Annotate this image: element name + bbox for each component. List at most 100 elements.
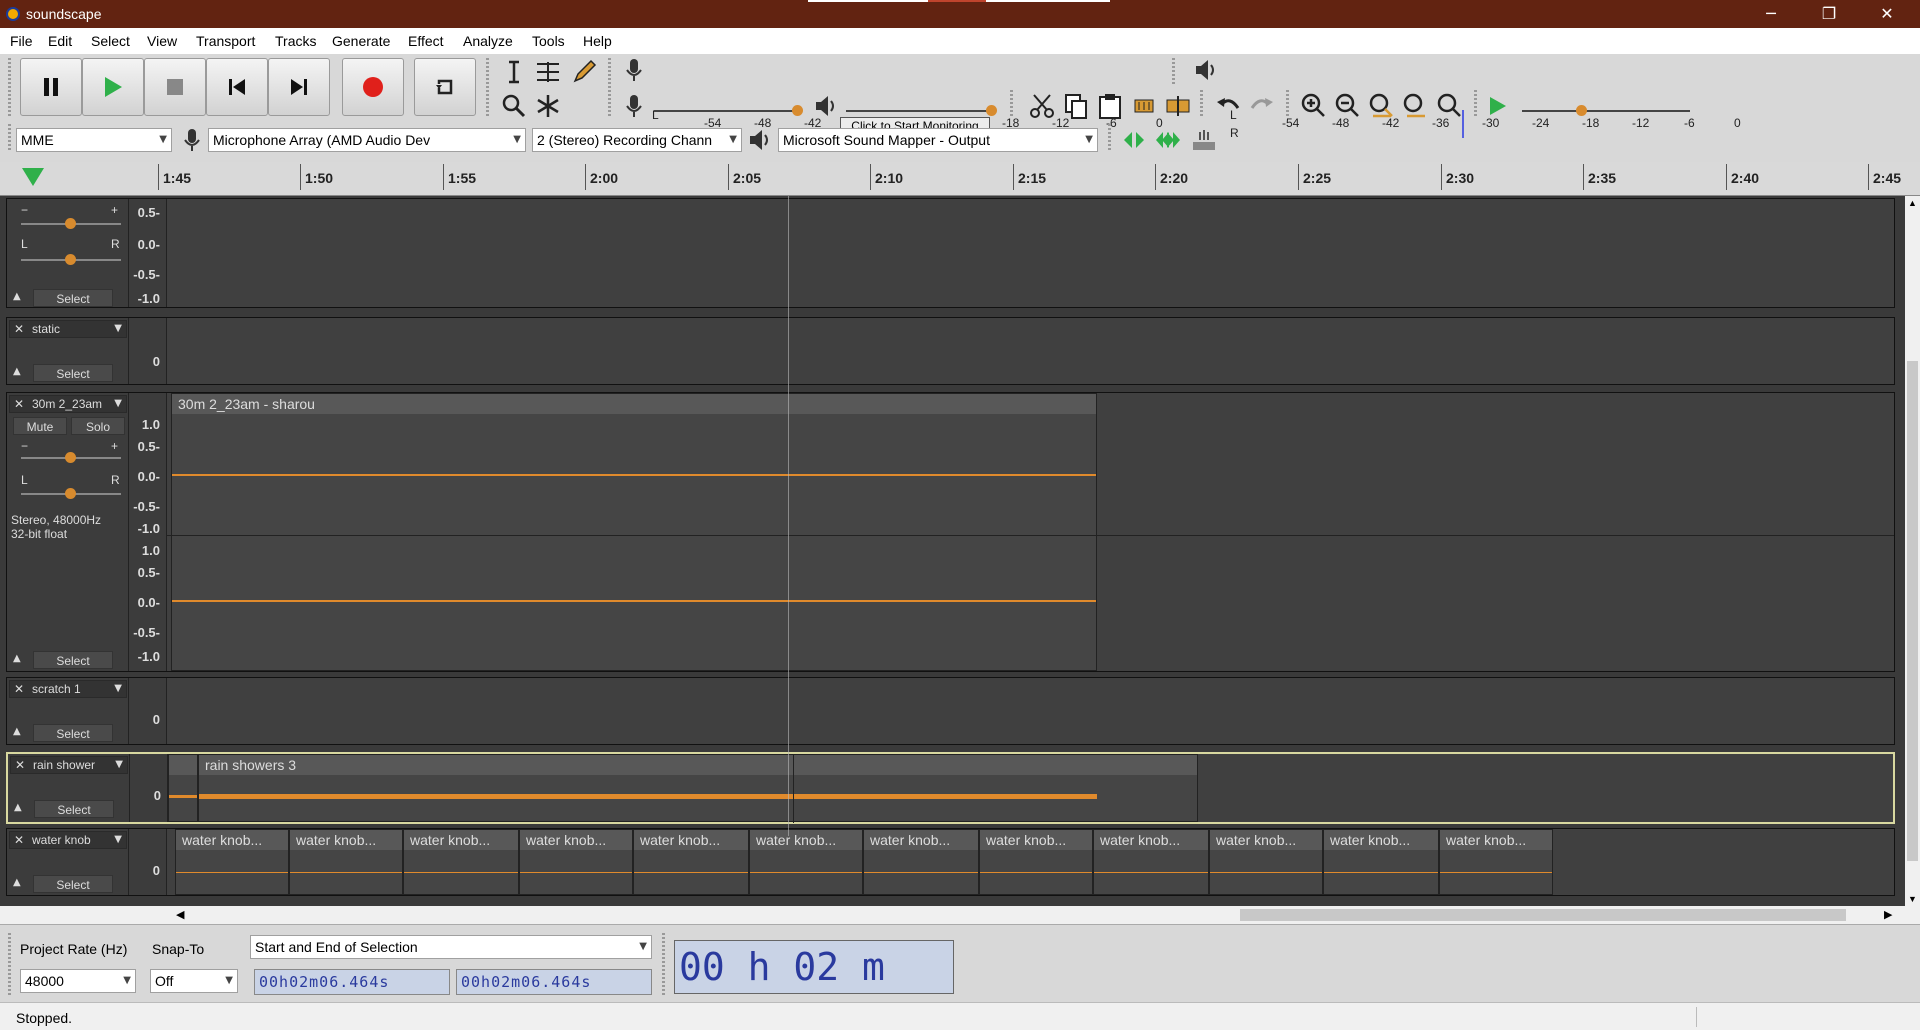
slider-knob[interactable] bbox=[1576, 105, 1587, 116]
track-canvas[interactable] bbox=[167, 318, 1894, 384]
selection-tool[interactable] bbox=[500, 58, 528, 86]
pause-button[interactable] bbox=[20, 58, 82, 116]
track-canvas[interactable] bbox=[167, 199, 1894, 307]
track-select-button[interactable]: Select bbox=[33, 364, 113, 382]
track-static[interactable]: ✕ static ▼ ▲ Select 0 bbox=[6, 317, 1895, 385]
close-track-icon[interactable]: ✕ bbox=[14, 832, 24, 848]
input-device-select[interactable]: Microphone Array (AMD Audio Dev ▼ bbox=[208, 128, 526, 152]
audio-clip[interactable]: water knob... bbox=[403, 829, 519, 895]
audio-clip[interactable]: water knob... bbox=[175, 829, 289, 895]
close-track-icon[interactable]: ✕ bbox=[15, 757, 25, 773]
track-name-menu[interactable]: ✕ static ▼ bbox=[9, 320, 127, 338]
playback-volume-slider[interactable] bbox=[846, 105, 997, 116]
selection-start-time[interactable]: 00h02m06.464s bbox=[254, 969, 450, 995]
audio-clip[interactable] bbox=[168, 754, 198, 822]
toolbar-grip[interactable] bbox=[608, 58, 611, 116]
track-name-menu[interactable]: ✕ rain shower ▼ bbox=[10, 756, 128, 774]
menu-transport[interactable]: Transport bbox=[196, 33, 255, 49]
track-select-button[interactable]: Select bbox=[33, 651, 113, 669]
audio-clip[interactable]: water knob... bbox=[1323, 829, 1439, 895]
scroll-right-icon[interactable]: ▶ bbox=[1884, 908, 1892, 921]
audio-clip[interactable]: rain showers 3 bbox=[198, 754, 1198, 823]
clip-title[interactable]: 30m 2_23am - sharou bbox=[172, 394, 1096, 414]
zoom-in-button[interactable] bbox=[1300, 92, 1328, 120]
clip-title[interactable]: water knob... bbox=[520, 830, 632, 850]
skip-to-end-button[interactable] bbox=[268, 58, 330, 116]
toolbar-grip[interactable] bbox=[8, 58, 11, 116]
audio-clip[interactable]: water knob... bbox=[1439, 829, 1553, 895]
snap-to-select[interactable]: Off ▼ bbox=[150, 969, 238, 993]
clip-header[interactable] bbox=[169, 755, 197, 775]
gain-slider[interactable] bbox=[21, 452, 121, 463]
redo-button[interactable] bbox=[1248, 92, 1276, 120]
clip-title[interactable]: water knob... bbox=[750, 830, 862, 850]
toolbar-grip[interactable] bbox=[1172, 58, 1175, 86]
collapse-icon[interactable]: ▲ bbox=[13, 366, 27, 380]
timeline-ruler[interactable]: 1:45 1:50 1:55 2:00 2:05 2:10 2:15 2:20 … bbox=[0, 162, 1920, 196]
clip-title[interactable]: water knob... bbox=[1440, 830, 1552, 850]
clip-title[interactable]: water knob... bbox=[404, 830, 518, 850]
track-control-panel[interactable]: ✕ static ▼ ▲ Select bbox=[7, 318, 129, 384]
track-control-panel[interactable]: − + L R ▲ Select bbox=[7, 199, 129, 307]
menu-help[interactable]: Help bbox=[583, 33, 612, 49]
fit-selection-button[interactable] bbox=[1368, 92, 1396, 120]
scroll-thumb[interactable] bbox=[1240, 909, 1846, 921]
gain-toggle-button[interactable] bbox=[1190, 126, 1218, 154]
slider-knob[interactable] bbox=[65, 452, 76, 463]
track-control-panel[interactable]: ✕ scratch 1 ▼ ▲ Select bbox=[7, 678, 129, 744]
clip-title[interactable]: rain showers 3 bbox=[199, 755, 1197, 775]
track-canvas[interactable]: rain showers 3 bbox=[168, 754, 1893, 823]
audio-clip[interactable]: water knob... bbox=[749, 829, 863, 895]
clip-title[interactable]: water knob... bbox=[1324, 830, 1438, 850]
clip-title[interactable]: water knob... bbox=[980, 830, 1092, 850]
input-channels-select[interactable]: 2 (Stereo) Recording Chann ▼ bbox=[532, 128, 742, 152]
clip-title[interactable]: water knob... bbox=[176, 830, 288, 850]
track-name-menu[interactable]: ✕ 30m 2_23am ▼ bbox=[9, 395, 127, 413]
record-meter-button[interactable] bbox=[620, 56, 648, 84]
clip-title[interactable]: water knob... bbox=[864, 830, 978, 850]
collapse-icon[interactable]: ▲ bbox=[13, 291, 27, 305]
skip-to-start-button[interactable] bbox=[206, 58, 268, 116]
toolbar-grip[interactable] bbox=[1108, 124, 1111, 152]
collapse-icon[interactable]: ▲ bbox=[14, 802, 28, 816]
envelope-tool[interactable] bbox=[534, 58, 562, 86]
audio-clip[interactable]: water knob... bbox=[633, 829, 749, 895]
toolbar-grip[interactable] bbox=[1200, 90, 1203, 118]
menu-file[interactable]: File bbox=[10, 33, 33, 49]
audio-clip[interactable]: water knob... bbox=[1209, 829, 1323, 895]
loop-button[interactable] bbox=[414, 58, 476, 116]
play-button[interactable] bbox=[82, 58, 144, 116]
record-button[interactable] bbox=[342, 58, 404, 116]
vertical-scrollbar[interactable]: ▲ ▼ bbox=[1905, 196, 1920, 906]
track-rain-shower[interactable]: ✕ rain shower ▼ ▲ Select 0 rain showers 3 bbox=[6, 752, 1895, 824]
slider-knob[interactable] bbox=[65, 254, 76, 265]
menu-effect[interactable]: Effect bbox=[408, 33, 444, 49]
menu-view[interactable]: View bbox=[147, 33, 177, 49]
toolbar-grip[interactable] bbox=[8, 933, 11, 995]
scroll-left-icon[interactable]: ◀ bbox=[176, 908, 184, 921]
selection-end-time[interactable]: 00h02m06.464s bbox=[456, 969, 652, 995]
track-select-button[interactable]: Select bbox=[34, 800, 114, 818]
close-track-icon[interactable]: ✕ bbox=[14, 321, 24, 337]
play-at-speed-button[interactable] bbox=[1484, 92, 1512, 120]
close-track-icon[interactable]: ✕ bbox=[14, 681, 24, 697]
draw-tool[interactable] bbox=[570, 58, 598, 86]
toolbar-grip[interactable] bbox=[662, 933, 665, 995]
track-area[interactable]: − + L R ▲ Select 0.5- 0.0- -0.5- -1.0 ✕ s… bbox=[0, 196, 1905, 906]
pan-slider[interactable] bbox=[21, 254, 121, 265]
gain-slider[interactable] bbox=[21, 218, 121, 229]
stop-button[interactable] bbox=[144, 58, 206, 116]
track-sharou[interactable]: ✕ 30m 2_23am ▼ Mute Solo − + L R Stereo, 4… bbox=[6, 392, 1895, 672]
scroll-down-icon[interactable]: ▼ bbox=[1908, 894, 1917, 904]
track-water-knob[interactable]: ✕ water knob ▼ ▲ Select 0 water knob... wa… bbox=[6, 828, 1895, 896]
track-control-panel[interactable]: ✕ 30m 2_23am ▼ Mute Solo − + L R Stereo, 4… bbox=[7, 393, 129, 671]
track-select-button[interactable]: Select bbox=[33, 875, 113, 893]
minimize-button[interactable]: ─ bbox=[1742, 0, 1800, 28]
audio-host-select[interactable]: MME ▼ bbox=[16, 128, 172, 152]
audio-clip[interactable]: water knob... bbox=[519, 829, 633, 895]
audio-clip[interactable]: water knob... bbox=[863, 829, 979, 895]
undo-button[interactable] bbox=[1214, 92, 1242, 120]
zoom-out-button[interactable] bbox=[1334, 92, 1362, 120]
menu-edit[interactable]: Edit bbox=[48, 33, 72, 49]
zoom-toggle-button[interactable] bbox=[1436, 92, 1464, 120]
